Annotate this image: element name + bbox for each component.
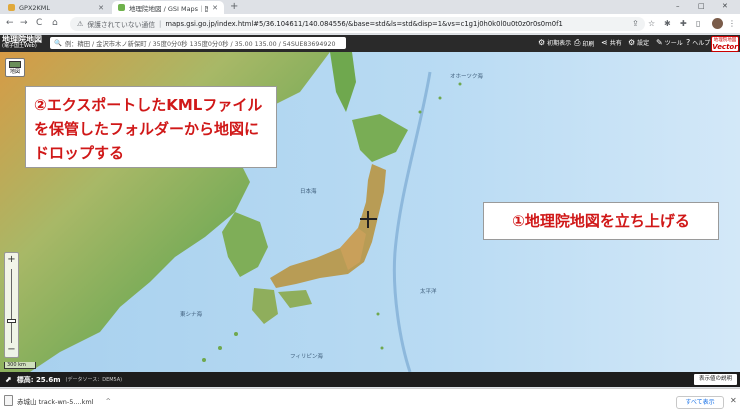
- sea-label: オホーツク海: [450, 74, 483, 80]
- callout-drop-kml: ②エクスポートしたKMLファイルを保管したフォルダーから地図にドロップする: [25, 86, 277, 168]
- map-layer-icon: [9, 61, 21, 68]
- download-item[interactable]: 赤城山 track-wn-5....kml ^: [4, 395, 111, 406]
- browser-toolbar: ← → C ⌂ ⚠ 保護されていない通信 | maps.gsi.go.jp/in…: [0, 14, 740, 34]
- gear-icon: ⚙: [538, 38, 546, 47]
- status-bar: ⬈ 標高: 25.6m (データソース：DEM5A): [0, 372, 740, 387]
- help-button[interactable]: ? ヘルプ: [686, 38, 710, 47]
- wrench-icon: ✎: [656, 38, 663, 47]
- vector-badge[interactable]: 地理院地図 Vector: [711, 36, 739, 52]
- scale-bar: 300 km: [4, 362, 36, 369]
- sea-label: 日本海: [300, 189, 317, 195]
- tab-gpx2kml[interactable]: GPX2KML ✕: [2, 1, 110, 14]
- tab-close-icon[interactable]: ✕: [212, 4, 218, 12]
- gsi-favicon-icon: [118, 4, 125, 11]
- sidepanel-icon[interactable]: ▯: [696, 18, 700, 29]
- sea-label: 東シナ海: [180, 312, 203, 318]
- layer-button[interactable]: 地図: [5, 58, 25, 77]
- vector-badge-bottom: Vector: [712, 43, 738, 51]
- tab-gsi-maps[interactable]: 地理院地図 / GSI Maps｜国土地 ✕: [112, 1, 224, 14]
- center-crosshair-icon: [360, 211, 377, 228]
- browser-tab-strip: GPX2KML ✕ 地理院地図 / GSI Maps｜国土地 ✕ + – □ ✕: [0, 0, 740, 14]
- show-all-downloads-button[interactable]: すべて表示: [676, 396, 724, 409]
- chevron-up-icon[interactable]: ^: [106, 397, 111, 405]
- gpx2kml-favicon-icon: [8, 4, 15, 11]
- settings-button[interactable]: ⚙ 設定: [628, 38, 649, 47]
- elevation-source: (データソース：DEM5A): [65, 377, 123, 383]
- callout-launch-gsi: ①地理院地図を立ち上げる: [483, 202, 719, 240]
- bookmark-star-icon[interactable]: ☆: [648, 18, 655, 29]
- close-download-shelf-icon[interactable]: ✕: [730, 396, 737, 405]
- zoom-slider-handle[interactable]: [7, 319, 16, 323]
- address-bar[interactable]: ⚠ 保護されていない通信 | maps.gsi.go.jp/index.html…: [70, 17, 645, 31]
- zoom-out-button[interactable]: −: [5, 344, 18, 356]
- puzzle-icon[interactable]: ✚: [680, 18, 687, 29]
- close-window-icon[interactable]: ✕: [722, 2, 728, 10]
- settings-label: 設定: [637, 40, 650, 47]
- warning-icon: ⚠: [77, 20, 84, 28]
- reload-icon[interactable]: C: [36, 18, 42, 29]
- search-placeholder: 例：精田 / 金沢市木ノ新保町 / 35度0分0秒 135度0分0秒 / 35.…: [64, 40, 336, 48]
- app-header: 地理院地図 (電子国土Web) 🔍 例：精田 / 金沢市木ノ新保町 / 35度0…: [0, 35, 740, 52]
- share-button[interactable]: ⋖ 共有: [601, 38, 622, 47]
- tools-label: ツール: [664, 40, 683, 47]
- initial-view-label: 初期表示: [547, 40, 572, 47]
- help-label: ヘルプ: [692, 40, 711, 47]
- separator: |: [159, 20, 162, 28]
- logo-subtitle: (電子国土Web): [2, 43, 37, 49]
- extension-icon[interactable]: ✱: [664, 18, 671, 29]
- home-icon[interactable]: ⌂: [52, 18, 58, 29]
- download-shelf: 赤城山 track-wn-5....kml ^ すべて表示 ✕: [0, 388, 740, 415]
- share-page-icon[interactable]: ⇪: [632, 18, 639, 29]
- gear-icon: ⚙: [628, 38, 636, 47]
- expand-arrow-icon[interactable]: ⬈: [5, 375, 12, 384]
- profile-avatar[interactable]: [712, 18, 723, 29]
- logo-title: 地理院地図: [2, 35, 42, 44]
- share-icon: ⋖: [601, 38, 608, 47]
- layer-button-label: 地図: [9, 69, 20, 75]
- gsi-logo[interactable]: 地理院地図 (電子国土Web): [2, 36, 42, 50]
- sea-label: フィリピン海: [290, 354, 323, 360]
- insecure-label: 保護されていない通信: [87, 21, 156, 29]
- print-label: 印刷: [582, 40, 595, 48]
- tools-button[interactable]: ✎ ツール: [656, 38, 683, 47]
- menu-kebab-icon[interactable]: ⋮: [728, 18, 736, 29]
- download-filename: 赤城山 track-wn-5....kml: [17, 397, 94, 406]
- initial-view-button[interactable]: ⚙ 初期表示: [538, 38, 571, 47]
- zoom-slider-track[interactable]: [11, 269, 12, 343]
- back-icon[interactable]: ←: [6, 18, 14, 29]
- tab-close-icon[interactable]: ✕: [98, 4, 104, 12]
- zoom-control: + −: [4, 252, 19, 358]
- print-button[interactable]: ⎙ 印刷: [574, 38, 594, 48]
- restore-icon[interactable]: □: [698, 2, 705, 10]
- minimize-icon[interactable]: –: [676, 2, 680, 10]
- legend-explanation-button[interactable]: 表示値の説明: [694, 374, 737, 385]
- tab-title: 地理院地図 / GSI Maps｜国土地: [129, 4, 209, 13]
- forward-icon[interactable]: →: [20, 18, 28, 29]
- printer-icon: ⎙: [574, 38, 581, 47]
- sea-label: 太平洋: [420, 289, 437, 295]
- search-icon: 🔍: [54, 40, 62, 47]
- tab-title: GPX2KML: [19, 3, 51, 12]
- new-tab-button[interactable]: +: [230, 1, 238, 13]
- zoom-in-button[interactable]: +: [5, 254, 18, 266]
- url-text: maps.gsi.go.jp/index.html#5/36.104611/14…: [165, 20, 563, 28]
- share-label: 共有: [609, 40, 622, 47]
- elevation-readout: 標高: 25.6m: [16, 375, 61, 384]
- help-icon: ?: [686, 38, 691, 47]
- place-search-input[interactable]: 🔍 例：精田 / 金沢市木ノ新保町 / 35度0分0秒 135度0分0秒 / 3…: [50, 37, 346, 49]
- file-icon: [4, 395, 13, 406]
